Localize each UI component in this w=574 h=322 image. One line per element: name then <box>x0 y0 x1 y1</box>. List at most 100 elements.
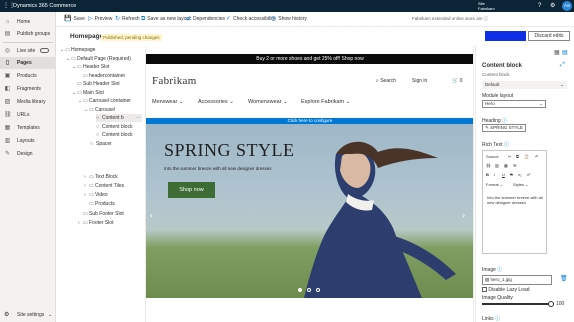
nav-item-pages[interactable]: ▯ Pages <box>0 57 56 69</box>
nav-item-media-library[interactable]: ▨ Media library <box>0 96 56 108</box>
heading-edit-button[interactable]: ✎ SPRING STYLE <box>482 124 526 132</box>
nav-item-fragments[interactable]: ◧ Fragments <box>0 83 56 95</box>
link-icon[interactable]: ⛓ <box>486 162 491 169</box>
save-as-layout-button[interactable]: ⧉ Save as new layout <box>141 16 191 23</box>
refresh-button[interactable]: ↻ Refresh <box>115 16 140 23</box>
hero-content-block[interactable]: Click here to configure SPRING STYLE Int… <box>146 118 473 298</box>
styles-select[interactable]: Styles ⌄ <box>513 181 528 188</box>
table-icon[interactable]: ▦ <box>504 162 508 169</box>
carousel-dot-active[interactable] <box>298 288 302 292</box>
nav-item-urls[interactable]: ⛓ URLs <box>0 109 56 121</box>
italic-button[interactable]: I <box>494 171 495 178</box>
tree-node[interactable]: › ▭Content Tiles <box>84 182 124 190</box>
checkbox-box[interactable] <box>482 287 487 293</box>
image-quality-slider[interactable] <box>482 303 554 305</box>
tree-node[interactable]: ▭Sub Header Slot <box>72 80 120 88</box>
info-icon[interactable]: ⓘ <box>497 267 502 273</box>
delete-icon[interactable]: 🗑 <box>560 275 568 282</box>
carousel-dot[interactable] <box>307 288 311 292</box>
list-icon[interactable]: ☰ <box>513 162 517 169</box>
tree-node[interactable]: ○ Content block <box>96 123 133 131</box>
site-switcher[interactable]: Site Fabrikam <box>478 1 495 11</box>
grid-icon[interactable]: ▦ <box>554 49 560 56</box>
nav-item-live-site[interactable]: ◎ Live site <box>0 45 56 57</box>
undo-icon[interactable]: ↶ <box>535 153 538 160</box>
site-settings-button[interactable]: ⚙ Site settings ⌄ <box>0 310 56 320</box>
tree-node[interactable]: › ▭Footer Slot <box>78 219 113 227</box>
lazy-load-checkbox[interactable]: Disable Lazy Load <box>482 287 530 293</box>
chevron-left-icon[interactable]: ‹ <box>150 210 153 220</box>
copy-icon[interactable]: ⧉ <box>516 153 519 160</box>
tree-node[interactable]: ⌄▭Carousel container <box>78 97 131 105</box>
nav-item-home[interactable]: ⌂ Home <box>0 16 56 28</box>
publish-button[interactable] <box>485 31 526 41</box>
bold-button[interactable]: B <box>486 171 489 178</box>
view-icon[interactable]: ▤ <box>562 49 568 56</box>
image-quality-slider-thumb[interactable] <box>548 301 554 307</box>
tree-node[interactable]: › ▭Text Block <box>84 173 118 181</box>
tree-node[interactable]: ▭Products <box>84 200 115 208</box>
menu-item-menswear[interactable]: Menswear ⌄ <box>152 99 184 105</box>
tree-node[interactable]: ▭Sub Footer Slot <box>78 210 124 218</box>
shop-now-button[interactable]: Shop now <box>168 182 215 198</box>
source-button[interactable]: Source <box>486 153 499 160</box>
menu-item-accessories[interactable]: Accessories ⌄ <box>198 99 234 105</box>
tree-node[interactable]: ⌄▭Carousel <box>84 106 115 114</box>
expand-icon[interactable]: ⤢ <box>560 62 565 69</box>
discard-edits-button[interactable]: Discard edits <box>528 31 570 41</box>
live-site-toggle[interactable] <box>40 48 49 53</box>
tree-node-selected[interactable]: ○ Content b ⋯ <box>96 114 142 122</box>
carousel-dot[interactable] <box>316 288 320 292</box>
tree-node[interactable]: ⌄▭Main Slot <box>72 89 104 97</box>
show-history-button[interactable]: ◷ Show history <box>271 16 307 23</box>
tree-node[interactable]: › ▭Video <box>84 191 108 199</box>
rich-text-content[interactable]: Into the summer breeze with all new desi… <box>487 195 544 205</box>
save-button[interactable]: 💾 Save <box>64 16 85 23</box>
menu-item-explore[interactable]: Explore Fabrikam ⌄ <box>301 99 350 105</box>
nav-item-design[interactable]: ✎ Design <box>0 148 56 160</box>
info-icon[interactable]: ⓘ <box>504 142 509 148</box>
menu-item-womenswear[interactable]: Womenswear ⌄ <box>248 99 288 105</box>
tree-node[interactable]: ⌄▭Homepage <box>60 46 95 54</box>
image-icon[interactable]: ▨ <box>495 162 499 169</box>
tree-node[interactable]: ⌄▭Header Slot <box>72 63 109 71</box>
chevron-right-icon[interactable]: › <box>462 210 465 220</box>
cut-icon[interactable]: ✂ <box>508 153 511 160</box>
check-accessibility-button[interactable]: ✓ Check accessibility <box>226 16 275 23</box>
superscript-button[interactable]: x² <box>527 171 530 178</box>
tree-node[interactable]: ○ Content block <box>96 131 133 139</box>
strike-button[interactable]: S <box>510 171 513 178</box>
underline-button[interactable]: U <box>502 171 505 178</box>
info-icon[interactable]: ⓘ <box>495 316 500 322</box>
nav-item-templates[interactable]: ▦ Templates <box>0 122 56 134</box>
promo-banner[interactable]: Buy 2 or more shoes and get 25% off! Sho… <box>146 54 473 64</box>
app-title[interactable]: Dynamics 365 Commerce <box>13 3 76 9</box>
module-layout-select[interactable]: Hero ⌄ <box>482 100 546 108</box>
nav-item-layouts[interactable]: ▥ Layouts <box>0 135 56 147</box>
image-file-field[interactable]: ▨ hero_1.jpg <box>482 275 552 285</box>
more-options-icon[interactable]: ⋯ <box>136 114 141 122</box>
nav-item-products[interactable]: ▣ Products <box>0 70 56 82</box>
tree-node[interactable]: ⌄▭Default Page (Required) <box>66 55 131 63</box>
nav-item-publish-groups[interactable]: ▤ Publish groups <box>0 28 56 40</box>
rich-text-editor[interactable]: Source ✂ ⧉ 📋 ↶ ⛓ ▨ ▦ ☰ B I U S x₂ x² For… <box>482 150 547 254</box>
variant-select[interactable]: Default ⌄ <box>482 81 567 89</box>
dependencies-button[interactable]: ⇄ Dependencies <box>186 16 225 23</box>
help-icon[interactable]: ? <box>538 3 541 9</box>
paste-icon[interactable]: 📋 <box>524 153 529 160</box>
hero-heading[interactable]: SPRING STYLE <box>164 140 295 161</box>
gear-icon[interactable]: ⚙ <box>550 3 555 9</box>
site-logo[interactable]: Fabrikam <box>152 75 197 87</box>
avatar[interactable]: AS <box>562 1 572 11</box>
format-select[interactable]: Format ⌄ <box>486 181 503 188</box>
cart-button[interactable]: 🛒 0 <box>452 78 462 84</box>
configure-bar[interactable]: Click here to configure <box>146 118 473 124</box>
search-button[interactable]: ⌕ Search <box>376 78 396 84</box>
subscript-button[interactable]: x₂ <box>518 171 522 178</box>
app-launcher-icon[interactable]: ⋮⋮ <box>3 3 15 9</box>
preview-button[interactable]: ▷ Preview <box>88 16 112 23</box>
tree-node[interactable]: ▭headercontainer <box>78 72 125 80</box>
dependencies-icon: ⇄ <box>186 16 192 22</box>
tree-node[interactable]: ○ Spacer <box>90 140 112 148</box>
sign-in-link[interactable]: Sign in <box>412 78 427 84</box>
